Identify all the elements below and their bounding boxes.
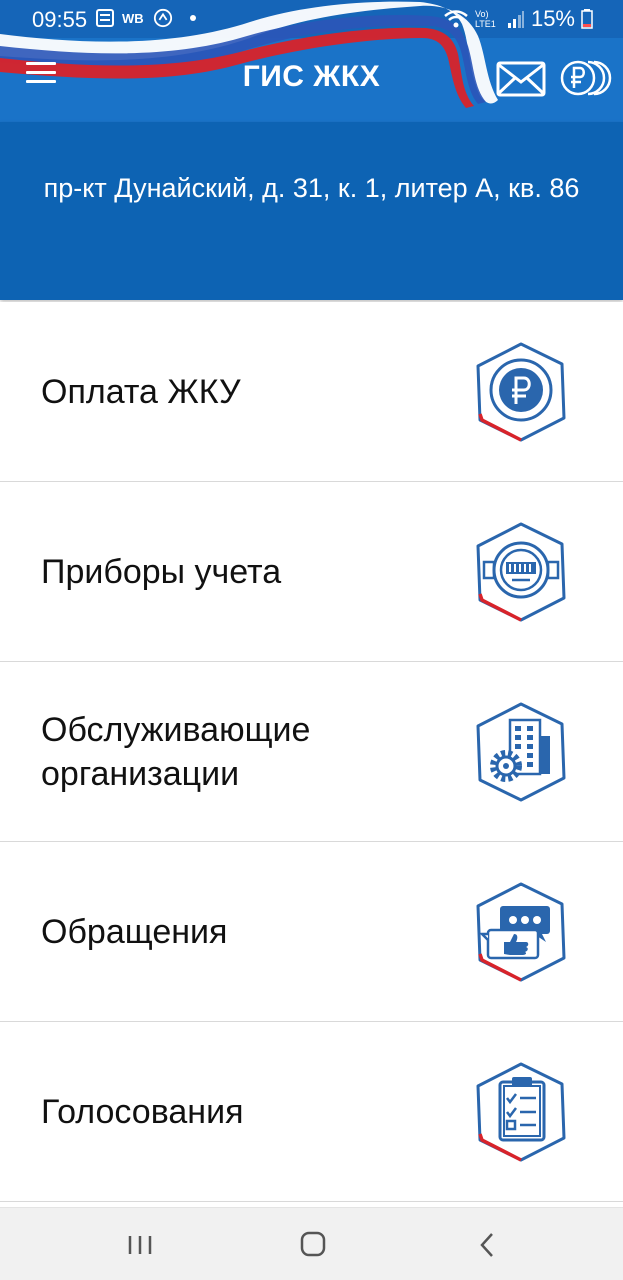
status-time: 09:55: [32, 7, 88, 32]
wifi-icon: [444, 10, 468, 28]
system-navigation-bar: [0, 1207, 623, 1280]
payments-button[interactable]: [558, 58, 612, 98]
mail-icon: [496, 61, 546, 97]
network-label: Vo) LTE1: [474, 9, 496, 29]
messages-button[interactable]: [496, 60, 546, 98]
address-panel[interactable]: пр-кт Дунайский, д. 31, к. 1, литер А, к…: [0, 122, 623, 300]
carrier-tag: WB: [122, 10, 144, 26]
address-text: пр-кт Дунайский, д. 31, к. 1, литер А, к…: [43, 173, 580, 203]
sync-icon: [153, 8, 172, 28]
home-button[interactable]: [293, 1228, 333, 1262]
menu-item-payment[interactable]: Оплата ЖКУ: [0, 302, 623, 482]
battery-icon: [581, 9, 593, 29]
recents-button[interactable]: [120, 1228, 160, 1262]
recents-icon: [128, 1236, 152, 1254]
meter-icon: [476, 522, 566, 622]
menu-item-label: Приборы учета: [41, 552, 282, 591]
app-bar: ГИС ЖКХ: [0, 38, 623, 122]
menu-item-voting[interactable]: Голосования: [0, 1022, 623, 1202]
battery-percent: 15%: [530, 6, 575, 31]
menu-item-label: Оплата ЖКУ: [41, 372, 241, 411]
menu-item-requests[interactable]: Обращения: [0, 842, 623, 1022]
payments-icon: [560, 60, 612, 96]
building-gear-icon: [476, 702, 566, 802]
storage-icon: [96, 9, 114, 27]
menu-item-organizations[interactable]: Обслуживающие организации: [0, 662, 623, 842]
menu-item-label: Обращения: [41, 912, 228, 951]
main-menu-list: Оплата ЖКУ Приборы учета Обслуживающие о…: [0, 302, 623, 1202]
home-icon: [300, 1231, 326, 1257]
signal-icon: [507, 11, 524, 28]
app-header: 09:55 WB Vo) LTE1 15% ГИС ЖКХ: [0, 0, 623, 122]
ruble-coin-icon: [476, 342, 566, 442]
back-button[interactable]: [468, 1228, 508, 1262]
menu-item-label: Обслуживающие организации: [41, 710, 311, 793]
menu-item-meters[interactable]: Приборы учета: [0, 482, 623, 662]
notification-dot-icon: [189, 15, 196, 21]
chat-like-icon: [476, 882, 566, 982]
back-icon: [480, 1233, 493, 1257]
clipboard-checklist-icon: [476, 1062, 566, 1162]
menu-item-label: Голосования: [41, 1092, 244, 1131]
